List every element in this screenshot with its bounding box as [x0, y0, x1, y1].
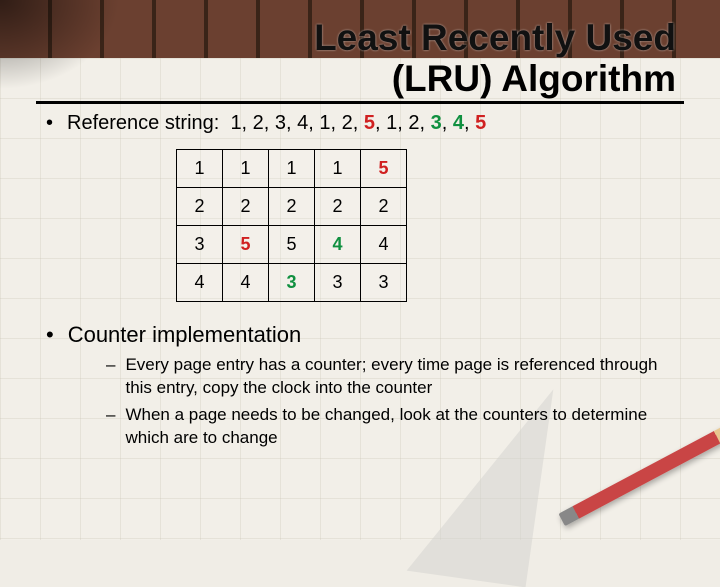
table-cell: 3: [315, 264, 361, 302]
table-cell: 4: [177, 264, 223, 302]
title-line-2: (LRU) Algorithm: [392, 58, 676, 99]
dash-icon: –: [106, 404, 115, 427]
frame-table: 11115222223554444333: [176, 149, 407, 302]
title-line-1: Least Recently Used: [314, 17, 676, 58]
table-cell: 1: [177, 150, 223, 188]
table-cell: 2: [177, 188, 223, 226]
bullet-icon: •: [46, 322, 54, 348]
table-cell: 5: [223, 226, 269, 264]
table-cell: 3: [269, 264, 315, 302]
table-cell: 5: [361, 150, 407, 188]
slide-title: Least Recently Used (LRU) Algorithm: [36, 18, 684, 99]
table-cell: 2: [361, 188, 407, 226]
table-cell: 2: [269, 188, 315, 226]
table-row: 35544: [177, 226, 407, 264]
list-item-text: When a page needs to be changed, look at…: [125, 404, 666, 450]
table-cell: 3: [177, 226, 223, 264]
reference-string-text: Reference string: 1, 2, 3, 4, 1, 2, 5, 1…: [67, 112, 486, 135]
table-cell: 4: [315, 226, 361, 264]
list-item-text: Every page entry has a counter; every ti…: [125, 354, 666, 400]
table-row: 22222: [177, 188, 407, 226]
table-cell: 4: [361, 226, 407, 264]
table-row: 11115: [177, 150, 407, 188]
title-underline: [36, 101, 684, 104]
list-item: – When a page needs to be changed, look …: [106, 404, 666, 450]
table-cell: 4: [223, 264, 269, 302]
dash-icon: –: [106, 354, 115, 377]
list-item: – Every page entry has a counter; every …: [106, 354, 666, 400]
bullet-icon: •: [46, 112, 53, 135]
table-cell: 1: [223, 150, 269, 188]
table-cell: 1: [315, 150, 361, 188]
frame-table-wrap: 11115222223554444333: [176, 149, 684, 302]
reference-string-row: • Reference string: 1, 2, 3, 4, 1, 2, 5,…: [46, 112, 684, 135]
slide-content: Least Recently Used (LRU) Algorithm • Re…: [0, 0, 720, 450]
table-cell: 3: [361, 264, 407, 302]
table-cell: 1: [269, 150, 315, 188]
table-cell: 2: [223, 188, 269, 226]
counter-heading: Counter implementation: [68, 322, 302, 348]
counter-sublist: – Every page entry has a counter; every …: [106, 354, 666, 450]
table-cell: 2: [315, 188, 361, 226]
counter-heading-row: • Counter implementation: [46, 322, 684, 348]
table-row: 44333: [177, 264, 407, 302]
table-cell: 5: [269, 226, 315, 264]
